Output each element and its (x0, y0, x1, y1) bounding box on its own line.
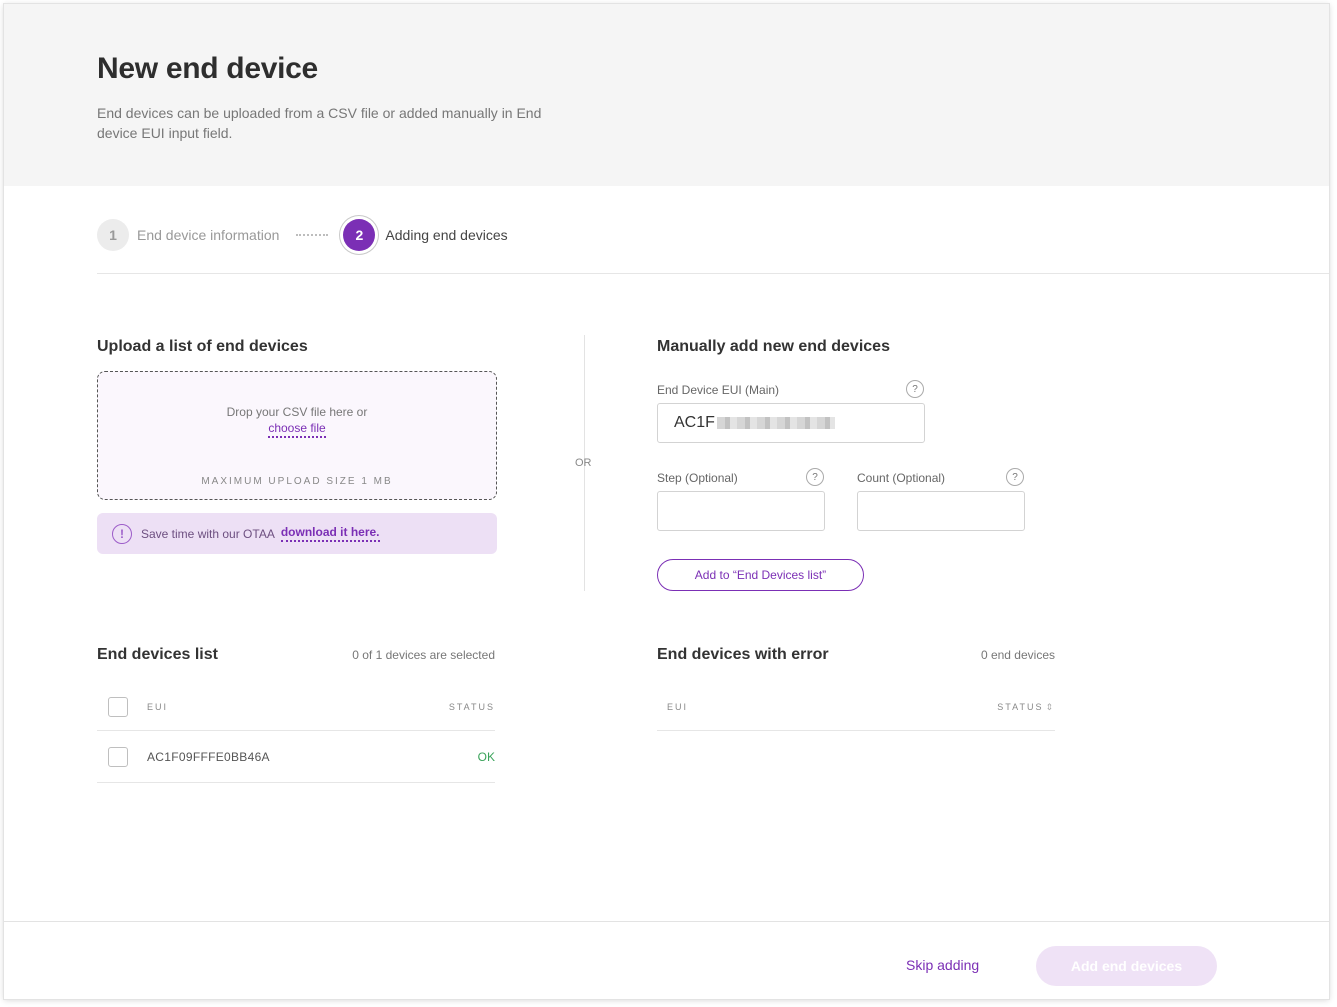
otaa-banner-text: Save time with our OTAA (141, 526, 275, 541)
devices-table: EUI STATUS AC1F09FFFE0BB46A OK (97, 684, 495, 783)
step-label: Step (Optional) (657, 471, 738, 485)
otaa-download-link[interactable]: download it here. (280, 525, 380, 542)
eui-label: End Device EUI (Main) (657, 383, 780, 397)
devices-selected-count: 0 of 1 devices are selected (352, 648, 495, 662)
row-eui: AC1F09FFFE0BB46A (147, 749, 270, 764)
step-2-indicator: 2 (343, 219, 376, 251)
table-row[interactable]: AC1F09FFFE0BB46A OK (97, 731, 495, 783)
step-connector (296, 234, 329, 236)
error-devices-count: 0 end devices (980, 648, 1055, 662)
stepper-divider (97, 273, 1329, 274)
stepper: 1 End device information 2 Adding end de… (97, 218, 508, 252)
step-help-icon[interactable]: ? (806, 468, 824, 486)
manual-section-title: Manually add new end devices (657, 338, 890, 355)
row-checkbox[interactable] (108, 746, 128, 767)
page-title: New end device (97, 52, 318, 85)
step-input[interactable] (657, 491, 825, 531)
add-to-list-button[interactable]: Add to “End Devices list” (657, 559, 864, 591)
eui-input[interactable]: AC1F (657, 403, 925, 443)
error-column-header-status[interactable]: STATUS ⇕ (997, 702, 1055, 713)
count-help-icon[interactable]: ? (1006, 468, 1024, 486)
otaa-banner: ! Save time with our OTAA download it he… (97, 513, 497, 554)
dropzone-link-wrap: choose file (98, 421, 496, 438)
add-end-devices-button[interactable]: Add end devices (1036, 946, 1217, 986)
column-header-eui: EUI (147, 702, 169, 712)
step-1-label[interactable]: End device information (137, 227, 279, 243)
count-label: Count (Optional) (857, 471, 946, 485)
eui-help-icon[interactable]: ? (906, 380, 924, 398)
redacted-block (716, 417, 835, 429)
csv-dropzone[interactable]: Drop your CSV file here or choose file M… (97, 371, 497, 500)
choose-file-link[interactable]: choose file (268, 421, 326, 438)
dropzone-text: Drop your CSV file here or (226, 405, 368, 419)
devices-list-title: End devices list (97, 646, 218, 663)
page-header: New end device End devices can be upload… (4, 4, 1329, 186)
error-column-header-eui: EUI (667, 702, 689, 712)
select-all-checkbox[interactable] (108, 697, 128, 717)
error-table-header-row: EUI STATUS ⇕ (657, 684, 1055, 731)
info-icon: ! (112, 523, 132, 544)
footer-divider (4, 921, 1329, 922)
error-status-label: STATUS (997, 701, 1044, 712)
row-status: OK (477, 749, 495, 764)
skip-adding-button[interactable]: Skip adding (906, 957, 979, 973)
column-header-status: STATUS (448, 702, 495, 712)
step-2-label: Adding end devices (385, 227, 508, 243)
max-upload-size: MAXIMUM UPLOAD SIZE 1 MB (201, 476, 393, 487)
sort-icon[interactable]: ⇕ (1045, 702, 1055, 712)
table-header-row: EUI STATUS (97, 684, 495, 731)
count-input[interactable] (857, 491, 1025, 531)
error-table: EUI STATUS ⇕ (657, 684, 1055, 731)
upload-section-title: Upload a list of end devices (97, 338, 308, 355)
step-1-indicator[interactable]: 1 (97, 219, 129, 251)
app-window: New end device End devices can be upload… (4, 4, 1329, 999)
eui-input-value: AC1F (674, 414, 715, 431)
page-description: End devices can be uploaded from a CSV f… (97, 105, 542, 141)
or-label: OR (575, 457, 592, 469)
